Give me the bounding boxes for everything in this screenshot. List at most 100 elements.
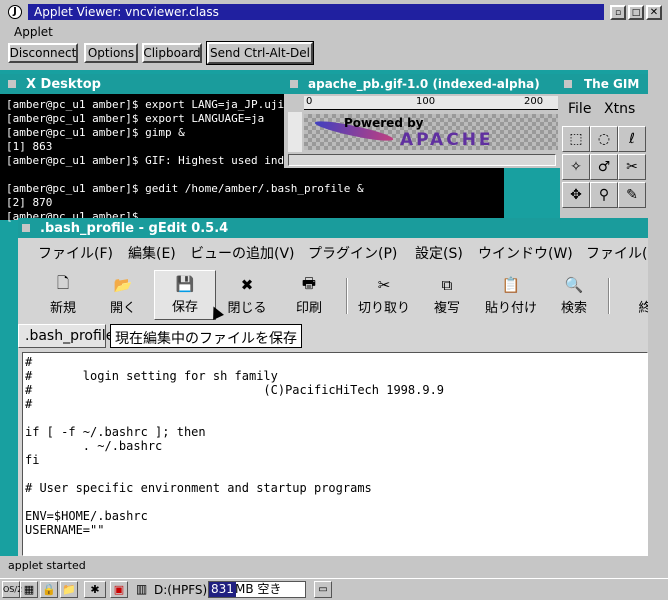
toolbar-separator xyxy=(608,278,610,314)
free-space-number: 831 xyxy=(209,582,236,597)
taskbar: OS/2 ▦ 🔒 📁 ✱ ▣ ▥ D:(HPFS) 831 MB 空き ▭ xyxy=(0,578,668,600)
print-button[interactable]: 🖶 印刷 xyxy=(284,270,334,320)
close-icon[interactable] xyxy=(290,80,298,88)
text-line: # xyxy=(25,355,33,369)
text-editor-area[interactable]: # # login setting for sh family # (C)Pac… xyxy=(22,352,648,556)
text-line: . ~/.bashrc xyxy=(25,439,163,453)
vertical-scrollbar[interactable] xyxy=(648,70,668,556)
new-button[interactable]: 🗋 新規 xyxy=(40,270,86,320)
printer-icon: 🖶 xyxy=(301,273,317,292)
menu-view[interactable]: ビューの追加(V) xyxy=(190,242,295,266)
text-line: # xyxy=(25,397,33,411)
java-icon: J xyxy=(8,5,22,19)
scissors-tool-icon[interactable]: ✂ xyxy=(618,154,646,180)
free-space-label: MB 空き xyxy=(235,582,282,596)
shutdown-icon[interactable]: ✱ xyxy=(84,581,106,598)
window-title: Applet Viewer: vncviewer.class xyxy=(34,5,219,19)
gedit-menubar: ファイル(F) 編集(E) ビューの追加(V) プラグイン(P) 設定(S) ウ… xyxy=(18,242,648,266)
save-tooltip: 現在編集中のファイルを保存 xyxy=(110,324,302,348)
applet-titlebar: J Applet Viewer: vncviewer.class ▫ □ ✕ xyxy=(0,0,668,24)
open-folder-icon: 📂 xyxy=(113,276,133,294)
copy-button[interactable]: ⧉ 複写 xyxy=(424,270,470,320)
search-button[interactable]: 🔍 検索 xyxy=(552,270,596,320)
applet-menu[interactable]: Applet xyxy=(14,25,53,39)
menu-window[interactable]: ウインドウ(W) xyxy=(478,242,573,266)
drive-label: D:(HPFS) xyxy=(154,583,208,597)
magic-wand-tool-icon[interactable]: ✧ xyxy=(562,154,590,180)
xdesktop-title: X Desktop xyxy=(26,77,101,92)
apache-title: apache_pb.gif-1.0 (indexed-alpha) xyxy=(308,77,540,91)
close-icon[interactable] xyxy=(564,80,572,88)
move-tool-icon[interactable]: ✥ xyxy=(562,182,590,208)
open-button[interactable]: 📂 開く xyxy=(98,270,148,320)
text-line: USERNAME="" xyxy=(25,523,105,537)
terminal-line: [amber@pc_u1 amber]$ gedit /home/amber/.… xyxy=(6,182,364,195)
lasso-tool-icon[interactable]: ℓ xyxy=(618,126,646,152)
drive-icon[interactable]: ▥ xyxy=(136,582,150,598)
gedit-window[interactable]: .bash_profile - gEdit 0.5.4 ファイル(F) 編集(E… xyxy=(18,218,652,556)
rect-select-tool-icon[interactable]: ⬚ xyxy=(562,126,590,152)
maximize-button[interactable]: □ xyxy=(628,5,644,20)
send-ctrl-alt-del-button[interactable]: Send Ctrl-Alt-Del xyxy=(206,41,314,65)
clipboard-button[interactable]: Clipboard xyxy=(142,43,202,63)
tray-icon[interactable]: ▭ xyxy=(314,581,332,598)
pencil-tool-icon[interactable]: ✎ xyxy=(618,182,646,208)
text-line xyxy=(25,411,647,425)
text-line: fi xyxy=(25,453,40,467)
gimp-title: The GIM xyxy=(584,77,640,91)
copy-icon: ⧉ xyxy=(441,276,453,294)
cut-button[interactable]: ✂ 切り取り xyxy=(352,270,416,320)
text-line: # (C)PacificHiTech 1998.9.9 xyxy=(25,383,445,397)
text-line xyxy=(25,495,647,509)
text-line: ENV=$HOME/.bashrc xyxy=(25,509,148,523)
gedit-title: .bash_profile - gEdit 0.5.4 xyxy=(40,221,229,236)
ellipse-select-tool-icon[interactable]: ◌ xyxy=(590,126,618,152)
scissors-icon: ✂ xyxy=(377,276,391,294)
zoom-tool-icon[interactable]: ⚲ xyxy=(590,182,618,208)
toolbar-separator xyxy=(346,278,348,314)
close-icon[interactable] xyxy=(22,224,30,232)
bezier-tool-icon[interactable]: ♂ xyxy=(590,154,618,180)
gimp-menu-xtns[interactable]: Xtns xyxy=(604,101,635,117)
menu-plugins[interactable]: プラグイン(P) xyxy=(308,242,397,266)
minimize-button[interactable]: ▫ xyxy=(610,5,626,20)
text-line: # User specific environment and startup … xyxy=(25,481,372,495)
lock-icon[interactable]: 🔒 xyxy=(40,581,58,598)
close-x-icon: ✖ xyxy=(240,276,254,294)
folder-icon[interactable]: 📁 xyxy=(60,581,78,598)
apache-image-window[interactable]: apache_pb.gif-1.0 (indexed-alpha) 0 100 … xyxy=(284,74,560,168)
paste-icon: 📋 xyxy=(501,276,521,294)
gedit-toolbar: 🗋 新規 📂 開く 💾 保存 ✖ 閉じる 🖶 印刷 ✂ 切り取り ⧉ 複写 📋 貼り付け 🔍 検索… xyxy=(18,270,652,322)
close-button[interactable]: ✕ xyxy=(646,5,662,20)
vertical-ruler xyxy=(288,112,302,152)
text-line: # login setting for sh family xyxy=(25,369,278,383)
options-button[interactable]: Options xyxy=(84,43,138,63)
disconnect-button[interactable]: Disconnect xyxy=(8,43,78,63)
text-line: if [ -f ~/.bashrc ]; then xyxy=(25,425,206,439)
close-icon[interactable] xyxy=(8,80,16,88)
paste-button[interactable]: 📋 貼り付け xyxy=(478,270,544,320)
close-file-button[interactable]: ✖ 閉じる xyxy=(222,270,272,320)
document-tab[interactable]: .bash_profile xyxy=(18,324,114,348)
new-file-icon: 🗋 xyxy=(56,273,70,292)
horizontal-ruler: 0 100 200 xyxy=(304,96,558,110)
window-list-icon[interactable]: ▦ xyxy=(20,581,38,598)
menu-file[interactable]: ファイル(F) xyxy=(38,242,113,266)
save-disk-icon: 💾 xyxy=(175,275,195,293)
text-line xyxy=(25,467,647,481)
system-icon[interactable]: ▣ xyxy=(110,581,128,598)
gimp-toolbox-window[interactable]: The GIM File Xtns ⬚ ◌ ℓ ✧ ♂ ✂ ✥ ⚲ ✎ xyxy=(560,74,648,220)
horizontal-scrollbar[interactable] xyxy=(288,154,556,166)
search-icon: 🔍 xyxy=(564,276,584,294)
menu-edit[interactable]: 編集(E) xyxy=(128,242,176,266)
menu-settings[interactable]: 設定(S) xyxy=(415,242,463,266)
applet-status: applet started xyxy=(8,559,86,572)
remote-desktop[interactable]: X Desktop [amber@pc_u1 amber]$ export LA… xyxy=(0,70,652,556)
gimp-menu-file[interactable]: File xyxy=(568,101,591,117)
save-button[interactable]: 💾 保存 xyxy=(154,270,216,320)
terminal-line: [2] 870 xyxy=(6,196,53,209)
apache-logo-image[interactable]: Powered by APACHE xyxy=(304,114,558,150)
os2-logo-icon[interactable]: OS/2 xyxy=(2,581,22,598)
menu-file-list[interactable]: ファイル( xyxy=(586,242,647,266)
